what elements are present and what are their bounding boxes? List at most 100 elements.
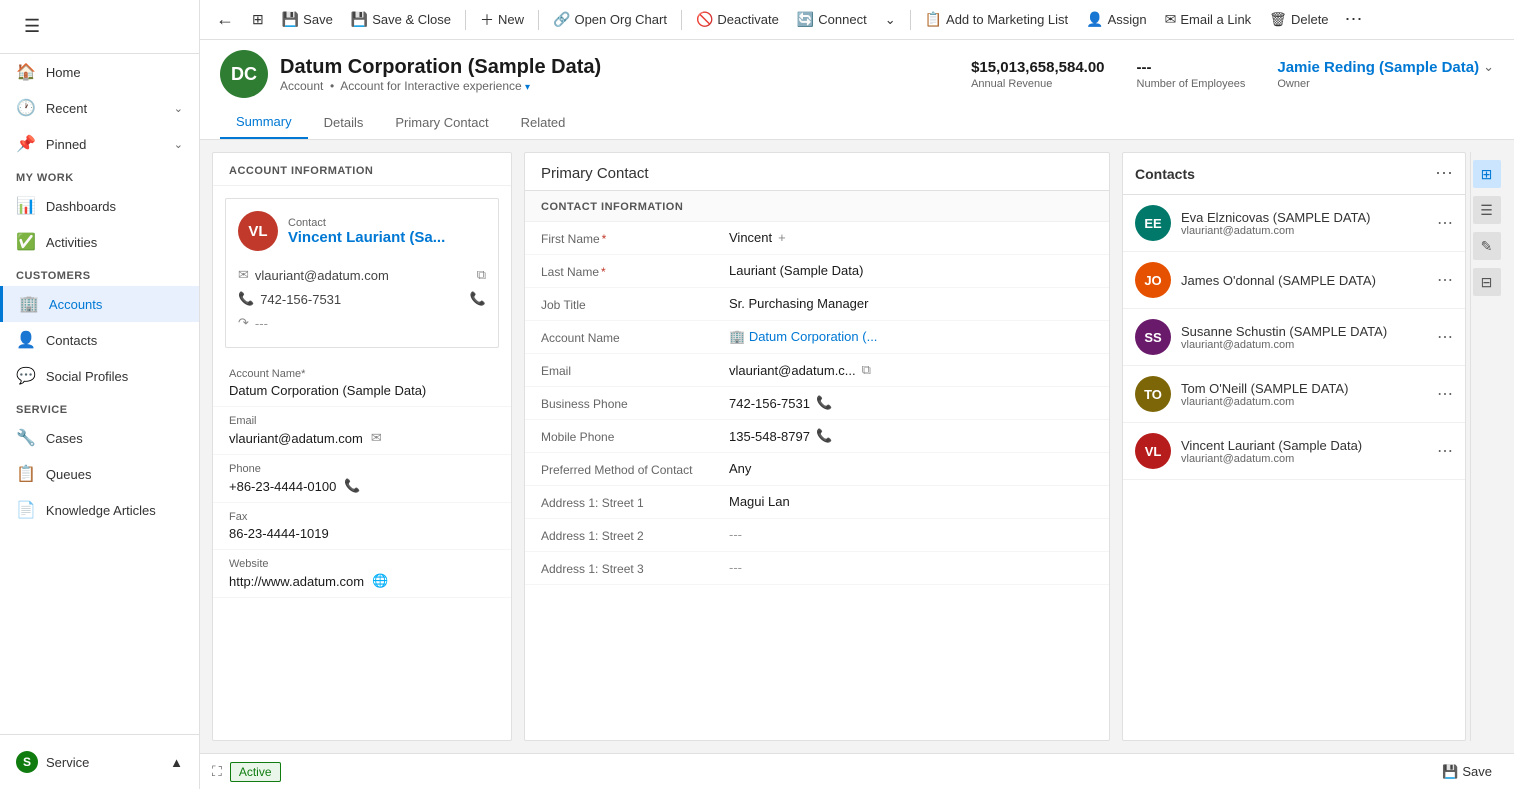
pc-value-text: Any [729, 461, 751, 476]
required-mark: * [601, 265, 606, 279]
entity-header: DC Datum Corporation (Sample Data) Accou… [200, 40, 1514, 140]
contact-list-item-vl[interactable]: VL Vincent Lauriant (Sample Data) vlauri… [1123, 423, 1465, 480]
pc-value-text: Lauriant (Sample Data) [729, 263, 863, 278]
add-to-marketing-list-button[interactable]: 📋Add to Marketing List [917, 7, 1077, 32]
save-button[interactable]: 💾Save [274, 7, 341, 32]
sidebar-item-recent[interactable]: 🕐 Recent ⌄ [0, 90, 199, 126]
pc-field-label-job-title: Job Title [541, 296, 721, 312]
cl-info-jo: James O'donnal (SAMPLE DATA) [1181, 273, 1427, 288]
phone-action-icon[interactable]: 📞 [816, 395, 832, 411]
cl-avatar-to: TO [1135, 376, 1171, 412]
email-a-link-button[interactable]: ✉Email a Link [1157, 7, 1260, 32]
field-value: 86-23-4444-1019 [229, 526, 495, 541]
sidebar-item-contacts[interactable]: 👤 Contacts [0, 322, 199, 358]
field-label: Email [229, 415, 495, 427]
assign-button[interactable]: 👤Assign [1078, 7, 1154, 32]
pc-field-business-phone: Business Phone 742-156-7531 📞 [525, 387, 1109, 420]
entity-title-block: Datum Corporation (Sample Data) Account … [280, 56, 959, 93]
field-website: Website http://www.adatum.com 🌐 [213, 550, 511, 598]
right-sidebar-table-icon[interactable]: ⊟ [1473, 268, 1501, 296]
sidebar-item-home[interactable]: 🏠 Home [0, 54, 199, 90]
layout-button[interactable]: ⊞ [244, 7, 272, 32]
sidebar-item-activities[interactable]: ✅ Activities [0, 224, 199, 260]
sidebar-item-accounts[interactable]: 🏢 Accounts [0, 286, 199, 322]
owner-value[interactable]: Jamie Reding (Sample Data) [1277, 59, 1479, 76]
cl-name-ee: Eva Elznicovas (SAMPLE DATA) [1181, 210, 1427, 225]
back-button[interactable]: ← [208, 5, 242, 34]
sidebar-bottom: S Service ▲ [0, 734, 199, 789]
field-action-icon[interactable]: 🌐 [372, 573, 388, 589]
copy-icon[interactable]: ⧉ [862, 362, 871, 378]
pinned-chevron: ⌄ [174, 138, 183, 151]
open-org-chart-button[interactable]: 🔗Open Org Chart [545, 7, 675, 32]
bottom-save-button[interactable]: 💾 Save [1432, 760, 1502, 784]
pc-value-text: 742-156-7531 [729, 396, 810, 411]
cl-more-vl[interactable]: ⋯ [1437, 441, 1453, 461]
pc-field-address-street3: Address 1: Street 3 --- [525, 552, 1109, 585]
tab-details[interactable]: Details [308, 106, 380, 139]
field-action-icon[interactable]: ✉ [371, 430, 382, 446]
call-icon[interactable]: 📞 [470, 291, 486, 307]
sidebar-header: ☰ [0, 0, 199, 54]
more-options-button[interactable]: ⋯ [1339, 5, 1369, 34]
owner-chevron[interactable]: ⌄ [1483, 59, 1494, 75]
sidebar-bottom-service[interactable]: S Service ▲ [0, 743, 199, 781]
cl-more-ee[interactable]: ⋯ [1437, 213, 1453, 233]
account-info-title: ACCOUNT INFORMATION [213, 153, 511, 186]
sidebar-item-cases[interactable]: 🔧 Cases [0, 420, 199, 456]
account-link[interactable]: Datum Corporation (... [749, 329, 878, 344]
pc-value-text: Magui Lan [729, 494, 790, 509]
sidebar-item-knowledge-articles[interactable]: 📄 Knowledge Articles [0, 492, 199, 528]
right-sidebar-edit-icon[interactable]: ✎ [1473, 232, 1501, 260]
contact-name[interactable]: Vincent Lauriant (Sa... [288, 229, 445, 246]
cl-name-to: Tom O'Neill (SAMPLE DATA) [1181, 381, 1427, 396]
contact-list-item-ee[interactable]: EE Eva Elznicovas (SAMPLE DATA) vlaurian… [1123, 195, 1465, 252]
entity-type: Account [280, 79, 323, 93]
pc-field-value-address-street1: Magui Lan [729, 494, 1093, 509]
connect-button[interactable]: 🔄Connect [789, 7, 875, 32]
deactivate-button[interactable]: 🚫Deactivate [688, 7, 787, 32]
contact-list-item-to[interactable]: TO Tom O'Neill (SAMPLE DATA) vlauriant@a… [1123, 366, 1465, 423]
sidebar-item-queues[interactable]: 📋 Queues [0, 456, 199, 492]
right-sidebar-list-icon[interactable]: ☰ [1473, 196, 1501, 224]
contact-list-item-ss[interactable]: SS Susanne Schustin (SAMPLE DATA) vlauri… [1123, 309, 1465, 366]
cl-name-ss: Susanne Schustin (SAMPLE DATA) [1181, 324, 1427, 339]
tab-summary[interactable]: Summary [220, 106, 308, 139]
new-button[interactable]: ＋New [472, 6, 532, 34]
recent-icon: 🕐 [16, 98, 36, 118]
contacts-more-button[interactable]: ⋯ [1435, 163, 1453, 184]
phone-action-icon[interactable]: 📞 [816, 428, 832, 444]
annual-revenue-value: $15,013,658,584.00 [971, 59, 1104, 76]
expand-button[interactable]: ⛶ [212, 763, 222, 780]
cl-more-jo[interactable]: ⋯ [1437, 270, 1453, 290]
pc-field-value-job-title: Sr. Purchasing Manager [729, 296, 1093, 311]
queues-icon: 📋 [16, 464, 36, 484]
field-fax: Fax86-23-4444-1019 [213, 503, 511, 550]
tab-related[interactable]: Related [505, 106, 582, 139]
pc-field-label-last-name: Last Name* [541, 263, 721, 279]
contact-list-item-jo[interactable]: JO James O'donnal (SAMPLE DATA) ⋯ [1123, 252, 1465, 309]
entity-subtype: Account for Interactive experience [340, 79, 521, 93]
save-close-button[interactable]: 💾Save & Close [343, 7, 459, 32]
field-email: Email vlauriant@adatum.com ✉ [213, 407, 511, 455]
sidebar-label-queues: Queues [46, 467, 92, 482]
sidebar-item-dashboards[interactable]: 📊 Dashboards [0, 188, 199, 224]
delete-button[interactable]: 🗑Delete [1261, 7, 1336, 32]
add-icon[interactable]: + [778, 230, 786, 245]
contacts-header: Contacts ⋯ [1123, 153, 1465, 195]
field-action-icon[interactable]: 📞 [344, 478, 360, 494]
cl-more-ss[interactable]: ⋯ [1437, 327, 1453, 347]
sidebar-item-social-profiles[interactable]: 💬 Social Profiles [0, 358, 199, 394]
cl-more-to[interactable]: ⋯ [1437, 384, 1453, 404]
subtype-chevron[interactable]: ▾ [525, 82, 530, 93]
hamburger-button[interactable]: ☰ [16, 12, 48, 41]
tab-primary-contact[interactable]: Primary Contact [379, 106, 504, 139]
pc-field-address-street2: Address 1: Street 2 --- [525, 519, 1109, 552]
sidebar-item-pinned[interactable]: 📌 Pinned ⌄ [0, 126, 199, 162]
dropdown-chevron-button[interactable]: ⌄ [877, 8, 904, 32]
annual-revenue-label: Annual Revenue [971, 78, 1104, 90]
copy-email-icon[interactable]: ⧉ [477, 267, 486, 283]
right-sidebar-grid-icon[interactable]: ⊞ [1473, 160, 1501, 188]
pc-value-text: --- [729, 527, 742, 542]
main-area: ← ⊞ 💾Save 💾Save & Close ＋New 🔗Open Org C… [200, 0, 1514, 789]
